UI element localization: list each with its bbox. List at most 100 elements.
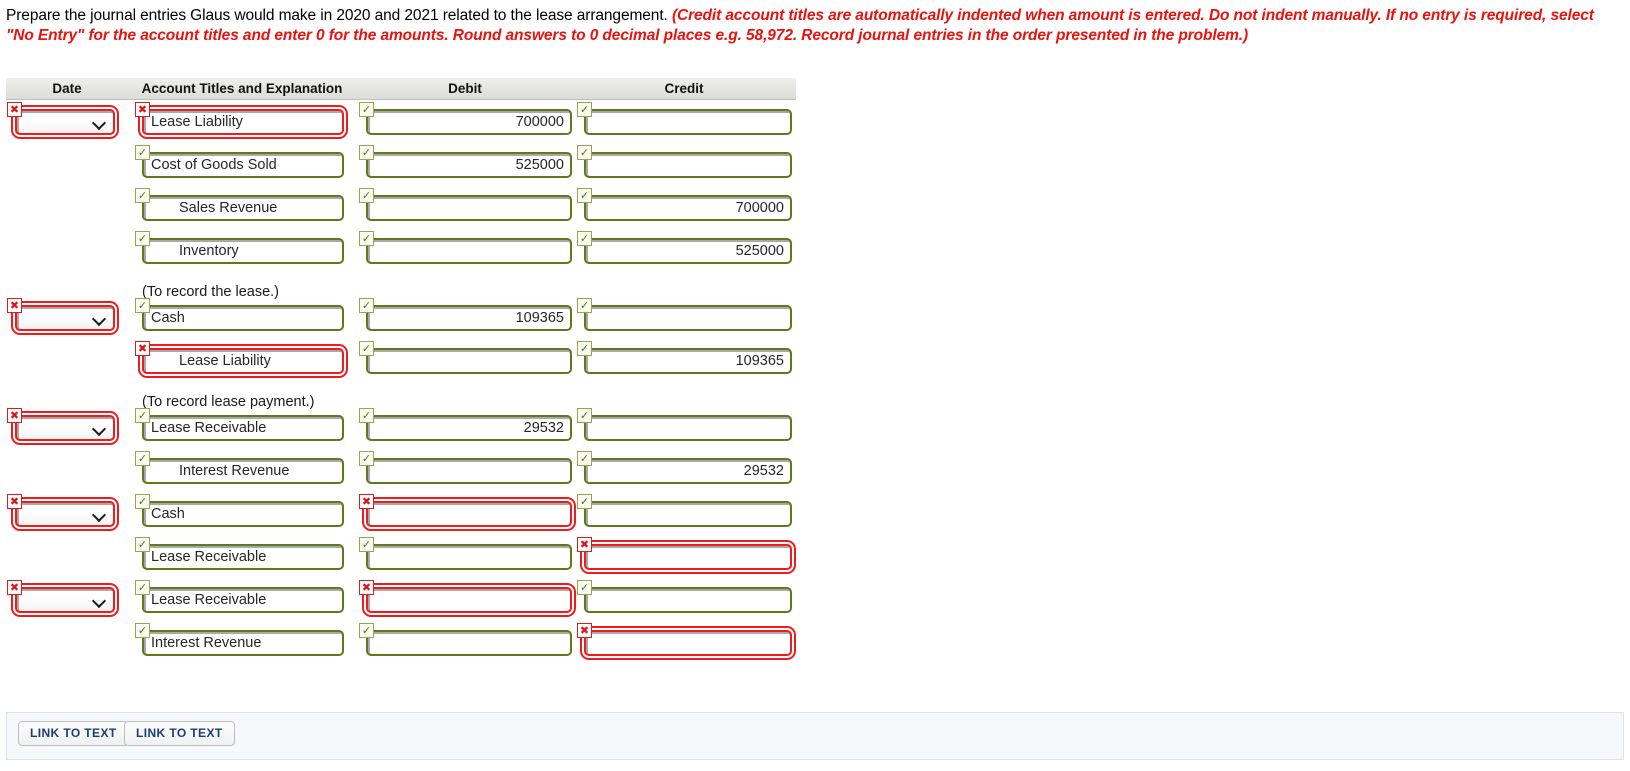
credit-amount-input[interactable]: 29532 <box>584 458 792 484</box>
credit-cell: ✓ 29532 <box>574 449 794 484</box>
chevron-down-icon <box>94 422 106 434</box>
date-select[interactable] <box>15 501 115 527</box>
credit-amount-input[interactable] <box>584 415 792 441</box>
debit-cell: ✓ <box>356 535 574 570</box>
journal-table: Date Account Titles and Explanation Debi… <box>6 78 796 664</box>
journal-entry-row: ✓ Sales Revenue ✓ ✓ 700000 <box>6 186 796 229</box>
account-title-input[interactable]: Lease Receivable <box>142 544 344 570</box>
account-title-input[interactable]: Cash <box>142 501 344 527</box>
account-title-input[interactable]: Sales Revenue <box>142 195 344 221</box>
credit-cell: ✖ <box>574 621 794 656</box>
date-select[interactable] <box>15 587 115 613</box>
journal-entry-row: ✓ Inventory ✓ ✓ 525000 <box>6 229 796 272</box>
account-title-input[interactable]: Lease Liability <box>142 348 344 374</box>
credit-amount-input[interactable] <box>584 305 792 331</box>
date-status-icon: ✖ <box>7 580 22 595</box>
account-title-input[interactable]: Lease Receivable <box>142 415 344 441</box>
date-cell: ✖ <box>6 492 128 527</box>
credit-amount-input[interactable] <box>584 587 792 613</box>
debit-status-icon: ✓ <box>359 188 374 203</box>
journal-entry-row: ✓ Lease Receivable ✓ ✖ <box>6 535 796 578</box>
credit-amount-input[interactable]: 525000 <box>584 238 792 264</box>
account-status-icon: ✓ <box>135 298 150 313</box>
credit-amount-input[interactable] <box>584 152 792 178</box>
credit-cell: ✓ <box>574 578 794 613</box>
chevron-down-icon <box>94 116 106 128</box>
debit-amount-input[interactable] <box>366 501 572 527</box>
date-cell <box>6 186 128 195</box>
date-cell <box>6 535 128 544</box>
credit-cell: ✓ 525000 <box>574 229 794 264</box>
debit-cell: ✓ <box>356 186 574 221</box>
debit-status-icon: ✖ <box>359 580 374 595</box>
date-status-icon: ✖ <box>7 408 22 423</box>
account-cell: ✓ Lease Receivable <box>128 578 356 613</box>
link-to-text-button-2[interactable]: LINK TO TEXT <box>124 721 235 746</box>
credit-amount-input[interactable]: 700000 <box>584 195 792 221</box>
account-status-icon: ✓ <box>135 188 150 203</box>
date-select[interactable] <box>15 305 115 331</box>
debit-amount-input[interactable] <box>366 630 572 656</box>
column-header-date: Date <box>52 81 82 96</box>
debit-amount-input[interactable] <box>366 238 572 264</box>
credit-status-icon: ✓ <box>577 188 592 203</box>
debit-amount-input[interactable] <box>366 544 572 570</box>
debit-amount-input[interactable] <box>366 195 572 221</box>
journal-entry-row: ✓ Interest Revenue ✓ ✖ <box>6 621 796 664</box>
date-cell <box>6 449 128 458</box>
chevron-down-icon <box>94 594 106 606</box>
chevron-down-icon <box>94 312 106 324</box>
journal-note-row: (To record lease payment.) <box>6 382 796 410</box>
credit-amount-input[interactable] <box>584 109 792 135</box>
debit-amount-input[interactable]: 700000 <box>366 109 572 135</box>
journal-entry-row: ✓ Interest Revenue ✓ ✓ 29532 <box>6 449 796 492</box>
link-to-text-button-1[interactable]: LINK TO TEXT <box>18 721 129 746</box>
date-cell: ✖ <box>6 406 128 441</box>
debit-cell: ✓ 700000 <box>356 100 574 135</box>
debit-amount-input[interactable]: 109365 <box>366 305 572 331</box>
debit-cell: ✓ 109365 <box>356 296 574 331</box>
account-title-input[interactable]: Cash <box>142 305 344 331</box>
credit-status-icon: ✓ <box>577 341 592 356</box>
account-status-icon: ✓ <box>135 537 150 552</box>
date-select[interactable] <box>15 415 115 441</box>
account-title-input[interactable]: Lease Liability <box>142 109 344 135</box>
credit-amount-input[interactable] <box>584 544 792 570</box>
debit-status-icon: ✓ <box>359 623 374 638</box>
account-title-input[interactable]: Cost of Goods Sold <box>142 152 344 178</box>
account-cell: ✓ Lease Receivable <box>128 535 356 570</box>
credit-cell: ✓ 109365 <box>574 339 794 374</box>
credit-amount-input[interactable]: 109365 <box>584 348 792 374</box>
credit-amount-input[interactable] <box>584 501 792 527</box>
debit-status-icon: ✓ <box>359 231 374 246</box>
credit-cell: ✓ 700000 <box>574 186 794 221</box>
debit-status-icon: ✓ <box>359 145 374 160</box>
date-select[interactable] <box>15 109 115 135</box>
debit-cell: ✓ <box>356 339 574 374</box>
account-status-icon: ✓ <box>135 623 150 638</box>
account-cell: ✓ Sales Revenue <box>128 186 356 221</box>
debit-amount-input[interactable] <box>366 587 572 613</box>
credit-amount-input[interactable] <box>584 630 792 656</box>
account-title-input[interactable]: Lease Receivable <box>142 587 344 613</box>
journal-entry-row: ✖ ✓ Cash ✓ 109365 ✓ <box>6 296 796 339</box>
credit-cell: ✓ <box>574 100 794 135</box>
account-status-icon: ✖ <box>135 341 150 356</box>
debit-amount-input[interactable]: 525000 <box>366 152 572 178</box>
debit-amount-input[interactable] <box>366 348 572 374</box>
account-title-input[interactable]: Interest Revenue <box>142 458 344 484</box>
date-cell: ✖ <box>6 296 128 331</box>
account-cell: ✓ Lease Receivable <box>128 406 356 441</box>
journal-entry-row: ✖ ✓ Lease Receivable ✖ ✓ <box>6 578 796 621</box>
credit-status-icon: ✖ <box>577 623 592 638</box>
credit-cell: ✓ <box>574 143 794 178</box>
debit-amount-input[interactable]: 29532 <box>366 415 572 441</box>
credit-status-icon: ✓ <box>577 451 592 466</box>
account-cell: ✓ Interest Revenue <box>128 449 356 484</box>
debit-amount-input[interactable] <box>366 458 572 484</box>
debit-cell: ✓ <box>356 621 574 656</box>
note-date-spacer <box>6 382 128 391</box>
account-title-input[interactable]: Inventory <box>142 238 344 264</box>
account-cell: ✓ Cash <box>128 296 356 331</box>
account-title-input[interactable]: Interest Revenue <box>142 630 344 656</box>
